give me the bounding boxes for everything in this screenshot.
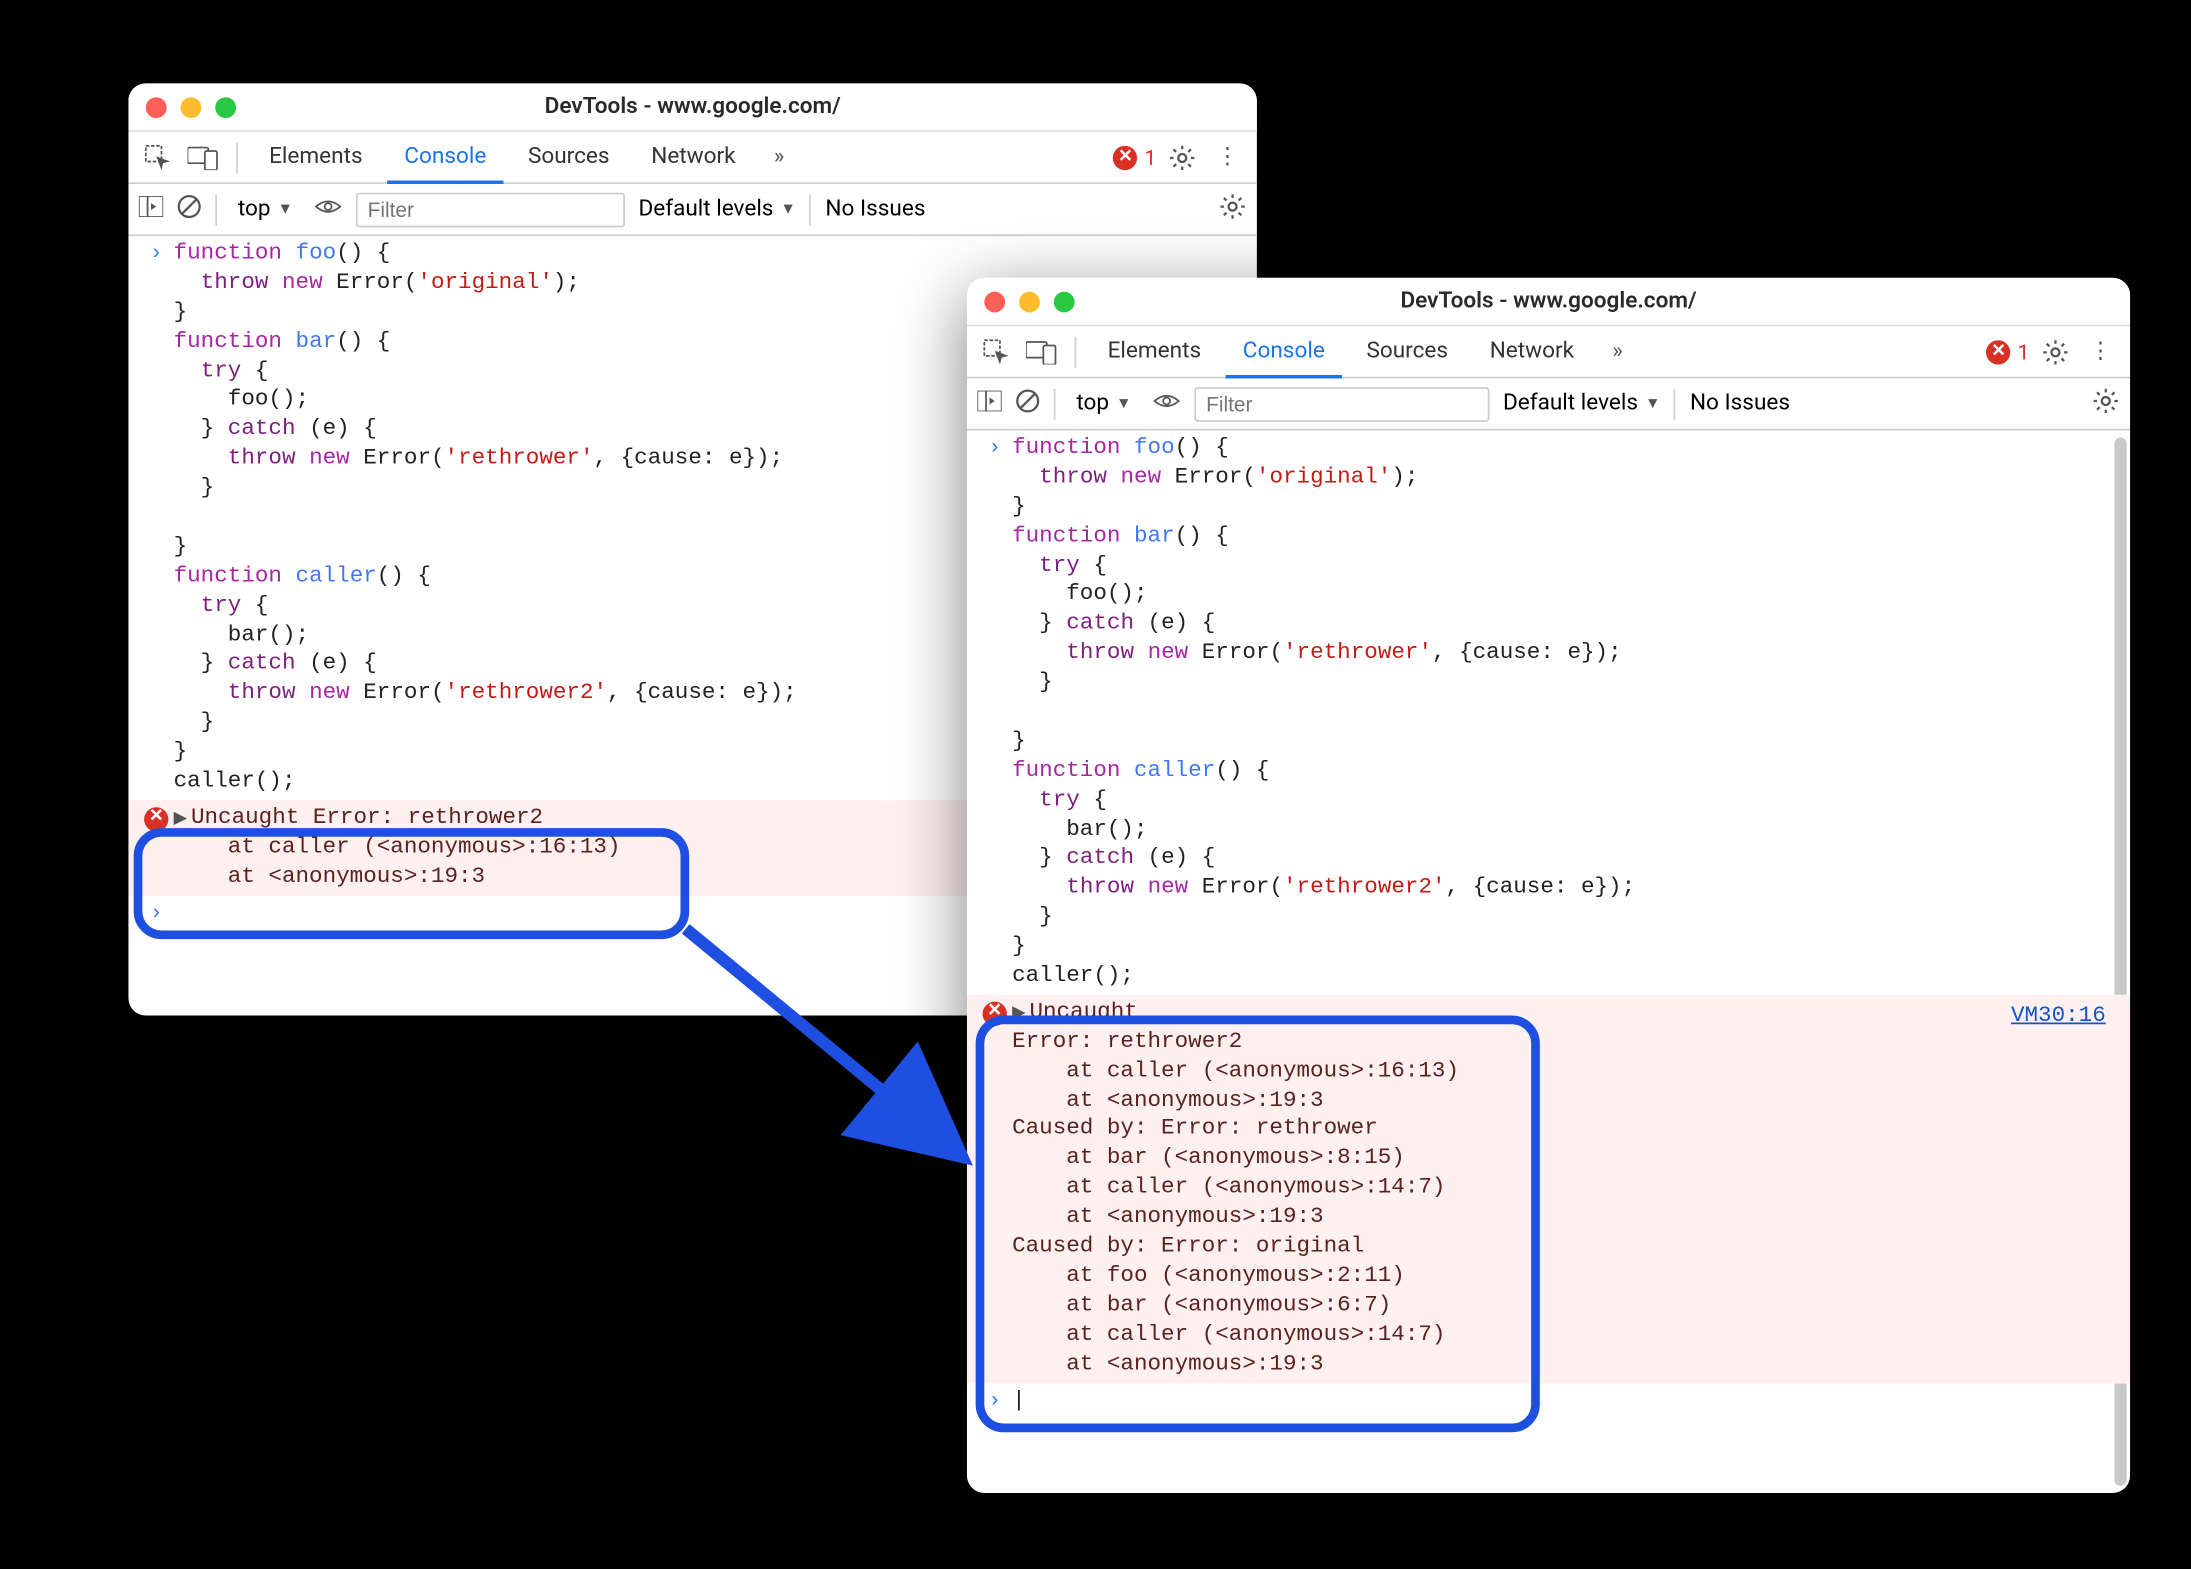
caused-by-line: Caused by: Error: original [1012,1233,1364,1259]
error-icon: ✕ [1113,145,1137,169]
stack-frame: at caller (<anonymous>:16:13) [1012,1057,1459,1083]
clear-console-icon[interactable] [1016,388,1040,419]
tab-sources[interactable]: Sources [1349,326,1465,376]
stack-frame: at <anonymous>:19:3 [1012,1350,1324,1376]
sidebar-toggle-icon[interactable] [139,195,163,223]
stack-frame: at <anonymous>:19:3 [174,862,486,888]
error-header: Uncaught Error: rethrower2 [191,804,543,830]
error-count: 1 [2018,339,2030,363]
console-toolbar: top ▼ Default levels ▼ No Issues [967,378,2130,430]
execution-context-selector[interactable]: top ▼ [1069,391,1138,417]
prompt-chevron-icon: › [139,899,174,928]
caused-by-line: Caused by: Error: rethrower [1012,1115,1378,1141]
tab-network[interactable]: Network [634,132,753,182]
titlebar: DevTools - www.google.com/ [967,278,2130,327]
error-count-badge[interactable]: ✕ 1 [1113,145,1156,169]
stack-frame: at caller (<anonymous>:14:7) [1012,1174,1445,1200]
prompt-chevron-icon: › [977,434,1012,991]
prompt-chevron-icon: › [977,1386,1012,1415]
panel-tabbar: Elements Console Sources Network » ✕ 1 ⋮ [128,132,1256,184]
kebab-menu-icon[interactable]: ⋮ [2081,332,2119,370]
stack-frame: at <anonymous>:19:3 [1012,1203,1324,1229]
chevron-down-icon: ▼ [277,200,292,219]
filter-input[interactable] [355,192,624,227]
more-tabs-icon[interactable]: » [760,138,798,176]
levels-label: Default levels [1503,391,1638,417]
disclosure-triangle-icon[interactable]: ▶ [1012,1003,1029,1026]
context-label: top [1076,391,1109,417]
issues-label: No Issues [1690,391,1790,417]
settings-gear-icon[interactable] [1163,138,1201,176]
device-toolbar-icon[interactable] [184,138,222,176]
window-close-button[interactable] [146,96,167,117]
code-input[interactable]: function foo() { throw new Error('origin… [174,240,797,797]
disclosure-triangle-icon[interactable]: ▶ [174,809,191,832]
device-toolbar-icon[interactable] [1023,332,1061,370]
live-expression-eye-icon[interactable] [1152,390,1180,418]
stack-frame: at <anonymous>:19:3 [1012,1086,1324,1112]
filter-input[interactable] [1194,386,1489,421]
stack-frame: at caller (<anonymous>:16:13) [174,833,621,859]
more-tabs-icon[interactable]: » [1598,332,1636,370]
tab-elements[interactable]: Elements [1090,326,1218,376]
window-close-button[interactable] [984,291,1005,312]
sidebar-toggle-icon[interactable] [977,390,1001,418]
inspect-element-icon[interactable] [139,138,177,176]
error-count-badge[interactable]: ✕ 1 [1986,339,2029,363]
tab-console[interactable]: Console [1225,327,1342,377]
stack-frame: at bar (<anonymous>:6:7) [1012,1291,1391,1317]
source-link[interactable]: VM30:16 [2011,1002,2106,1031]
console-settings-gear-icon[interactable] [1219,192,1247,227]
code-input[interactable]: function foo() { throw new Error('origin… [1012,434,1635,991]
console-body: › function foo() { throw new Error('orig… [967,431,2130,1493]
inspect-element-icon[interactable] [977,332,1015,370]
tab-elements[interactable]: Elements [252,132,380,182]
execution-context-selector[interactable]: top ▼ [231,196,300,222]
issues-label: No Issues [825,196,925,222]
error-count: 1 [1144,145,1156,169]
tab-sources[interactable]: Sources [511,132,627,182]
clear-console-icon[interactable] [177,194,201,225]
chevron-down-icon: ▼ [1116,394,1131,413]
error-icon: ✕ [1986,339,2010,363]
window-maximize-button[interactable] [215,96,236,117]
levels-label: Default levels [638,196,773,222]
tab-console[interactable]: Console [387,133,504,183]
error-icon: ✕ [144,807,168,831]
window-maximize-button[interactable] [1054,291,1075,312]
error-header: Uncaught [1029,998,1137,1024]
error-icon: ✕ [983,1002,1007,1026]
devtools-window-after: DevTools - www.google.com/ Elements Cons… [967,278,2130,1493]
chevron-down-icon: ▼ [780,200,795,219]
chevron-down-icon: ▼ [1645,394,1660,413]
stack-frame: at caller (<anonymous>:14:7) [1012,1321,1445,1347]
panel-tabbar: Elements Console Sources Network » ✕ 1 ⋮ [967,326,2130,378]
log-levels-selector[interactable]: Default levels ▼ [638,196,795,222]
live-expression-eye-icon[interactable] [314,195,342,223]
stack-line: Error: rethrower2 [1012,1027,1242,1053]
prompt-input[interactable]: | [1012,1386,1026,1415]
settings-gear-icon[interactable] [2036,332,2074,370]
window-title: DevTools - www.google.com/ [128,94,1256,120]
kebab-menu-icon[interactable]: ⋮ [1208,138,1246,176]
console-toolbar: top ▼ Default levels ▼ No Issues [128,184,1256,236]
log-levels-selector[interactable]: Default levels ▼ [1503,391,1660,417]
stack-frame: at foo (<anonymous>:2:11) [1012,1262,1405,1288]
stack-frame: at bar (<anonymous>:8:15) [1012,1145,1405,1171]
window-title: DevTools - www.google.com/ [967,288,2130,314]
titlebar: DevTools - www.google.com/ [128,83,1256,132]
context-label: top [238,196,271,222]
error-message[interactable]: ✕ ▶Uncaught Error: rethrower2 at caller … [967,995,2130,1383]
console-settings-gear-icon[interactable] [2092,386,2120,421]
window-minimize-button[interactable] [181,96,202,117]
tab-network[interactable]: Network [1472,326,1591,376]
prompt-chevron-icon: › [139,240,174,797]
window-minimize-button[interactable] [1019,291,1040,312]
